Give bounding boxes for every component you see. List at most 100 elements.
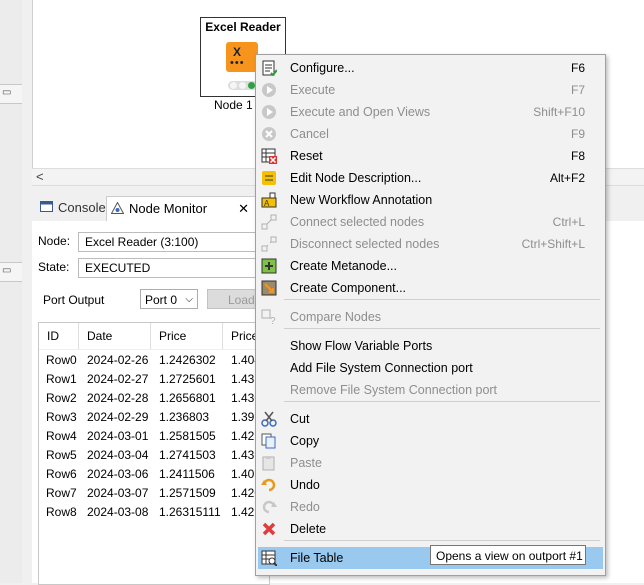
- menu-item-compare-nodes[interactable]: ? Compare Nodes: [258, 306, 603, 328]
- redo-icon: [261, 499, 277, 515]
- table-row[interactable]: Row3 2024-02-29 1.236803 1.397: [39, 408, 269, 427]
- table-cell: Row0: [46, 353, 77, 367]
- menu-item-label: Delete: [290, 522, 327, 536]
- excel-reader-icon: X •••: [226, 42, 258, 72]
- chevron-down-icon: ⌵: [185, 294, 193, 305]
- table-cell: 1.2426302: [159, 353, 216, 367]
- port-data-table[interactable]: ID Date Price Price Row0 2024-02-26 1.2426…: [38, 322, 270, 585]
- menu-item-shortcut: Ctrl+Shift+L: [521, 237, 585, 251]
- table-cell: Row4: [46, 429, 77, 443]
- menu-item-label: Execute: [290, 83, 336, 97]
- port-select[interactable]: Port 0 ⌵: [140, 289, 198, 309]
- table-row[interactable]: Row8 2024-03-08 1.26315111 1.427: [39, 503, 269, 522]
- menu-item-shortcut: F6: [570, 61, 585, 75]
- menu-item-label: Create Metanode...: [290, 259, 398, 273]
- menu-item-shortcut: F7: [570, 83, 585, 97]
- menu-item-undo[interactable]: Undo: [258, 474, 603, 496]
- table-cell: Row2: [46, 391, 77, 405]
- table-row[interactable]: Row7 2024-03-07 1.2571509 1.420: [39, 484, 269, 503]
- menu-item-create-metanode[interactable]: Create Metanode...: [258, 255, 603, 277]
- edit-description-icon: [261, 170, 277, 186]
- menu-separator: [284, 401, 600, 402]
- table-cell: 1.236803: [159, 410, 210, 424]
- node-monitor-icon: [111, 202, 124, 214]
- table-row[interactable]: Row2 2024-02-28 1.2656801 1.430: [39, 389, 269, 408]
- menu-item-shortcut: Shift+F10: [533, 105, 585, 119]
- menu-item-create-component[interactable]: Create Component...: [258, 277, 603, 299]
- delete-icon: [261, 521, 277, 537]
- menu-item-label: Add File System Connection port: [290, 361, 473, 375]
- table-row[interactable]: Row1 2024-02-27 1.2725601 1.437: [39, 370, 269, 389]
- menu-item-new-workflow-annotation[interactable]: A New Workflow Annotation: [258, 189, 603, 211]
- menu-item-execute-and-open-views[interactable]: Execute and Open Views Shift+F10: [258, 101, 603, 123]
- menu-separator: [284, 328, 600, 329]
- menu-separator: [284, 299, 600, 300]
- column-header[interactable]: Date: [79, 323, 151, 349]
- scroll-left-icon[interactable]: <: [36, 169, 44, 184]
- collapsed-view-tab[interactable]: ▭: [0, 84, 22, 104]
- table-row[interactable]: Row4 2024-03-01 1.2581505 1.421: [39, 427, 269, 446]
- table-row[interactable]: Row6 2024-03-06 1.2411506 1.402: [39, 465, 269, 484]
- table-cell: Row3: [46, 410, 77, 424]
- paste-icon: [261, 455, 277, 471]
- table-row[interactable]: Row5 2024-03-04 1.2741503 1.439: [39, 446, 269, 465]
- table-cell: 2024-02-28: [87, 391, 149, 405]
- node-label: Node 1: [214, 98, 253, 112]
- node-field-label: Node:: [38, 234, 71, 248]
- close-icon[interactable]: ✕: [238, 197, 249, 221]
- copy-icon: [261, 433, 277, 449]
- execute-icon: [261, 82, 277, 98]
- table-row[interactable]: Row0 2024-02-26 1.2426302 1.404: [39, 351, 269, 370]
- tab-node-monitor[interactable]: Node Monitor ✕: [106, 196, 256, 221]
- menu-item-label: Connect selected nodes: [290, 215, 425, 229]
- menu-item-edit-node-description[interactable]: Edit Node Description... Alt+F2: [258, 167, 603, 189]
- menu-item-label: Show Flow Variable Ports: [290, 339, 433, 353]
- menu-item-cut[interactable]: Cut: [258, 408, 603, 430]
- menu-item-reset[interactable]: Reset F8: [258, 145, 603, 167]
- menu-item-label: File Table: [290, 551, 344, 565]
- tab-console-label: Console: [58, 200, 106, 215]
- column-header[interactable]: ID: [39, 323, 79, 349]
- disconnect-icon: [261, 236, 277, 252]
- collapsed-view-tab[interactable]: ▭: [0, 262, 22, 282]
- menu-item-shortcut: Ctrl+L: [552, 215, 585, 229]
- table-cell: 1.2741503: [159, 448, 216, 462]
- menu-item-copy[interactable]: Copy: [258, 430, 603, 452]
- menu-item-paste[interactable]: Paste: [258, 452, 603, 474]
- table-cell: 1.2411506: [159, 467, 215, 481]
- menu-item-remove-file-system-connection-port[interactable]: Remove File System Connection port: [258, 379, 603, 401]
- menu-separator: [284, 540, 600, 541]
- menu-item-label: Undo: [290, 478, 320, 492]
- menu-item-delete[interactable]: Delete: [258, 518, 603, 540]
- restore-icon: ▭: [2, 87, 12, 98]
- table-cell: Row7: [46, 486, 77, 500]
- reset-icon: [261, 148, 277, 164]
- menu-item-label: Disconnect selected nodes: [290, 237, 440, 251]
- column-header[interactable]: Price: [151, 323, 223, 349]
- menu-item-configure[interactable]: Configure... F6: [258, 57, 603, 79]
- menu-item-shortcut: F9: [570, 127, 585, 141]
- annotation-icon: A: [261, 192, 277, 208]
- configure-icon: [261, 60, 278, 77]
- table-cell: 1.26315111: [159, 505, 221, 519]
- menu-item-disconnect-selected-nodes[interactable]: Disconnect selected nodes Ctrl+Shift+L: [258, 233, 603, 255]
- menu-item-label: Paste: [290, 456, 322, 470]
- port-output-label: Port Output: [43, 293, 105, 307]
- compare-icon: ?: [261, 309, 277, 327]
- menu-item-show-flow-variable-ports[interactable]: Show Flow Variable Ports: [258, 335, 603, 357]
- menu-item-label: Execute and Open Views: [290, 105, 431, 119]
- menu-item-label: Remove File System Connection port: [290, 383, 498, 397]
- menu-item-connect-selected-nodes[interactable]: Connect selected nodes Ctrl+L: [258, 211, 603, 233]
- menu-item-label: Redo: [290, 500, 320, 514]
- metanode-icon: [261, 258, 277, 274]
- node-title: Excel Reader: [205, 20, 281, 34]
- menu-item-add-file-system-connection-port[interactable]: Add File System Connection port: [258, 357, 603, 379]
- table-cell: Row5: [46, 448, 77, 462]
- menu-item-label: Edit Node Description...: [290, 171, 422, 185]
- execute-open-views-icon: [261, 104, 277, 120]
- table-cell: Row1: [46, 372, 77, 386]
- menu-item-cancel[interactable]: Cancel F9: [258, 123, 603, 145]
- menu-item-redo[interactable]: Redo: [258, 496, 603, 518]
- menu-item-execute[interactable]: Execute F7: [258, 79, 603, 101]
- node-status-traffic-light: [228, 81, 258, 90]
